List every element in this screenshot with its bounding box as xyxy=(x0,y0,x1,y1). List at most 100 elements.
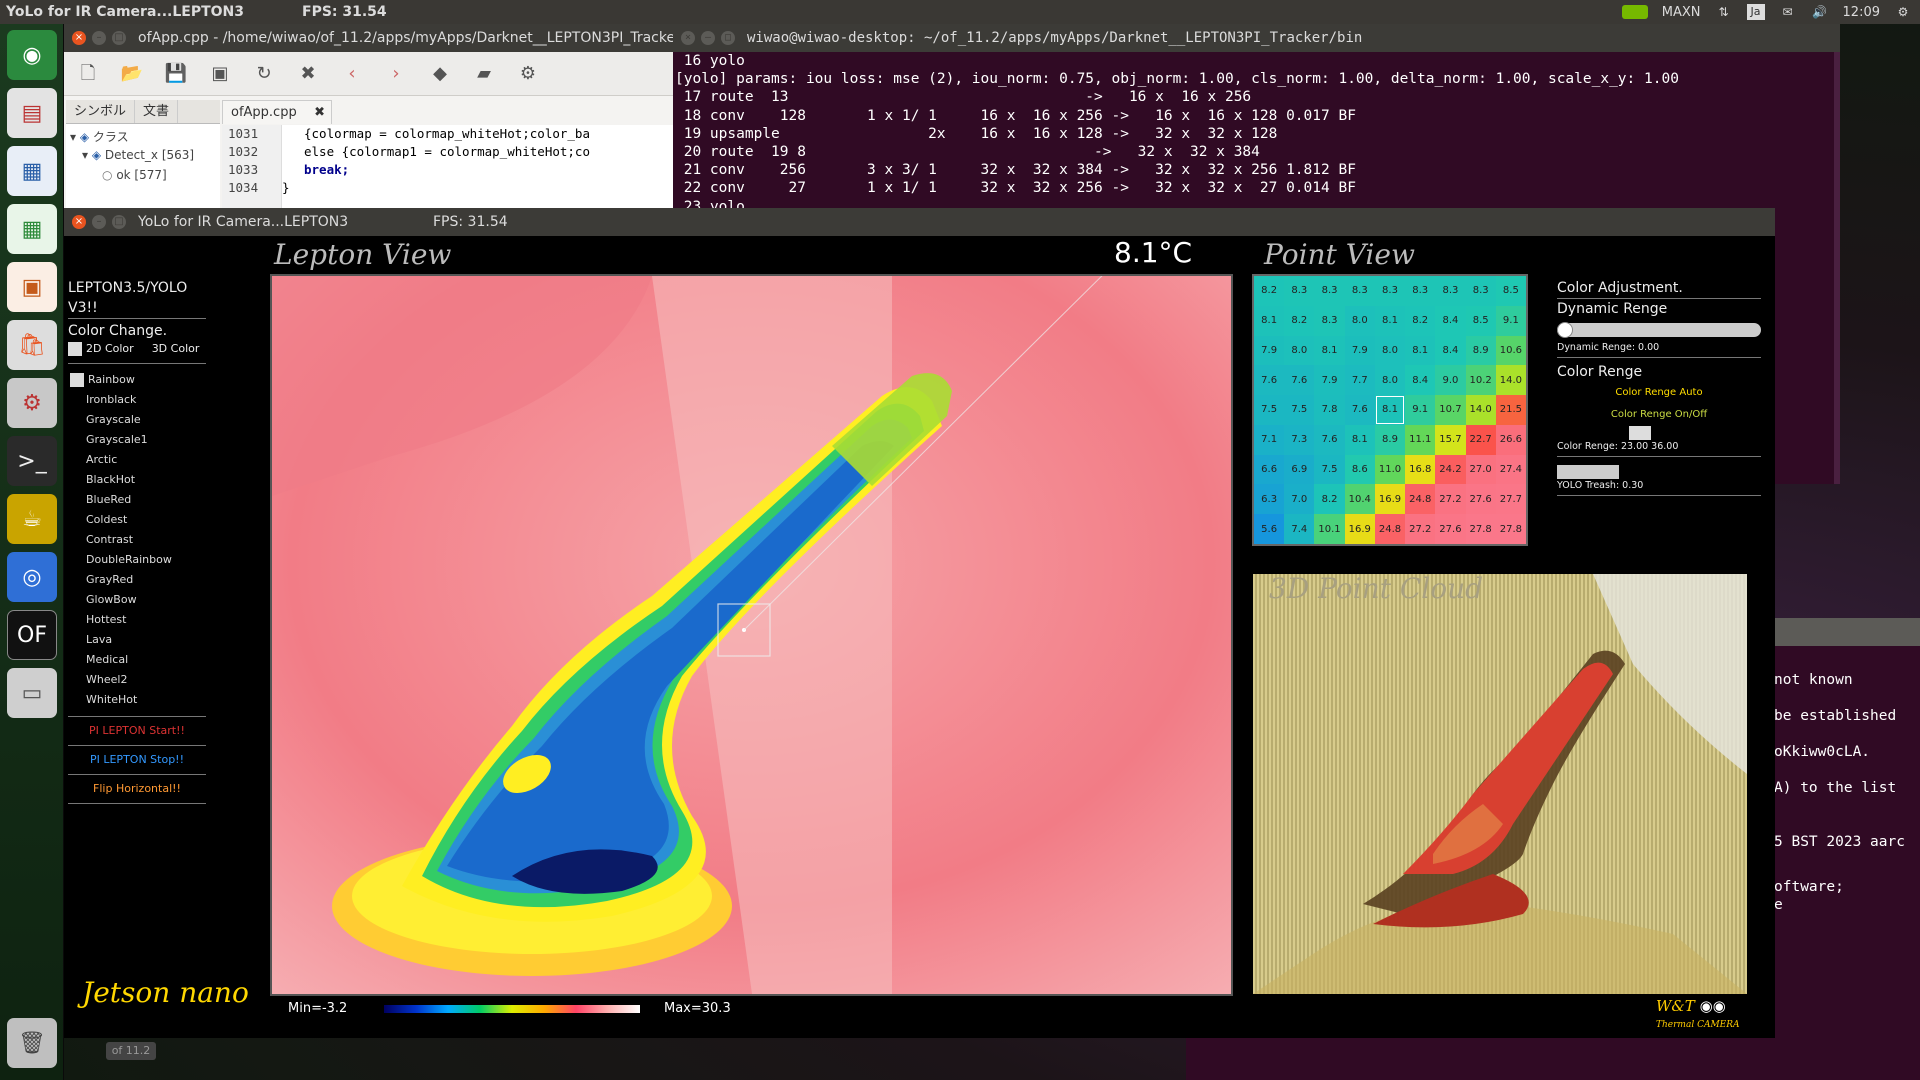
temperature-reading: 8.1°C xyxy=(1114,236,1193,269)
open-file-icon[interactable]: 📂 xyxy=(120,62,144,86)
volume-icon[interactable]: 🔊 xyxy=(1811,4,1829,20)
lepton-view-header: Lepton View xyxy=(274,238,452,271)
lepton-start-button[interactable]: PI LEPTON Start!! xyxy=(68,716,206,745)
close-icon[interactable]: × xyxy=(681,31,695,45)
forward-icon[interactable]: › xyxy=(384,62,408,86)
geany-icon[interactable]: ☕ xyxy=(7,494,57,544)
file-manager-icon[interactable]: ▤ xyxy=(7,88,57,138)
calc-icon[interactable]: ▦ xyxy=(7,204,57,254)
terminal-line: oftware; xyxy=(1774,879,1844,895)
back-icon[interactable]: ‹ xyxy=(340,62,364,86)
execute-icon[interactable]: ⚙ xyxy=(516,62,540,86)
terminal-line: 17 route 13 -> 16 x 16 x 256 xyxy=(675,89,1252,106)
color-renge-auto-button[interactable]: Color Renge Auto xyxy=(1557,382,1761,404)
terminal-title-bar[interactable]: × – □ wiwao@wiwao-desktop: ~/of_11.2/apps/… xyxy=(673,24,1840,52)
impress-icon[interactable]: ▣ xyxy=(7,262,57,312)
close-file-icon[interactable]: ✖ xyxy=(296,62,320,86)
tree-item[interactable]: ○ ok [577] xyxy=(102,168,167,182)
colormap-item[interactable]: BlackHot xyxy=(68,470,206,490)
colormap-item[interactable]: Grayscale1 xyxy=(68,430,206,450)
tab-symbols[interactable]: シンボル xyxy=(66,100,136,123)
settings-icon[interactable]: ⚙ xyxy=(7,378,57,428)
tree-item[interactable]: ▾ ◈ クラス xyxy=(70,128,129,145)
save-all-icon[interactable]: ▣ xyxy=(208,62,232,86)
checkbox-icon[interactable] xyxy=(70,373,84,387)
dynamic-renge-slider[interactable] xyxy=(1557,322,1761,338)
maximize-icon[interactable]: □ xyxy=(112,31,126,45)
clock[interactable]: 12:09 xyxy=(1843,5,1880,20)
gear-icon[interactable]: ⚙ xyxy=(1894,4,1912,20)
close-tab-icon[interactable]: ✖ xyxy=(314,101,325,125)
nvidia-icon[interactable] xyxy=(1621,5,1648,19)
colormap-item[interactable]: Wheel2 xyxy=(68,670,206,690)
checkbox-icon[interactable] xyxy=(68,342,82,356)
mail-icon[interactable]: ✉ xyxy=(1779,4,1797,20)
openframeworks-icon[interactable]: OF xyxy=(7,610,57,660)
chromium-icon[interactable]: ◎ xyxy=(7,552,57,602)
flip-horizontal-button[interactable]: Flip Horizontal!! xyxy=(68,774,206,804)
trash-icon[interactable]: 🗑 xyxy=(7,1018,57,1068)
revert-icon[interactable]: ↻ xyxy=(252,62,276,86)
slider-knob[interactable] xyxy=(1557,322,1573,338)
maximize-icon[interactable]: □ xyxy=(112,215,126,229)
minimize-icon[interactable]: – xyxy=(701,31,715,45)
color-renge-toggle[interactable] xyxy=(1629,426,1651,440)
option-2d-color[interactable]: 2D Color xyxy=(68,341,134,357)
terminal-scrollbar[interactable] xyxy=(1834,52,1840,484)
colormap-item[interactable]: Arctic xyxy=(68,450,206,470)
minimize-icon[interactable]: – xyxy=(92,215,106,229)
point-grid-cell: 8.3 xyxy=(1405,276,1436,306)
colormap-item[interactable]: WhiteHot xyxy=(68,690,206,710)
terminal-line: oKkiww0cLA. xyxy=(1774,744,1871,760)
terminal-line: 18 conv 128 1 x 1/ 1 16 x 16 x 256 -> 16… xyxy=(675,107,1356,124)
editor-title-bar[interactable]: × – □ ofApp.cpp - /home/wiwao/of_11.2/apps… xyxy=(64,24,674,52)
point-grid-cell: 7.5 xyxy=(1254,395,1285,425)
lepton-stop-button[interactable]: PI LEPTON Stop!! xyxy=(68,745,206,774)
maximize-icon[interactable]: □ xyxy=(721,31,735,45)
colormap-item[interactable]: BlueRed xyxy=(68,490,206,510)
power-mode-label[interactable]: MAXN xyxy=(1662,5,1701,20)
close-icon[interactable]: × xyxy=(72,215,86,229)
build-icon[interactable]: ▰ xyxy=(472,62,496,86)
dash-icon[interactable]: ◉ xyxy=(7,30,57,80)
colormap-item[interactable]: Medical xyxy=(68,650,206,670)
colormap-item[interactable]: Hottest xyxy=(68,610,206,630)
software-center-icon[interactable]: 🛍 xyxy=(7,320,57,370)
colormap-item[interactable]: DoubleRainbow xyxy=(68,550,206,570)
option-3d-color[interactable]: 3D Color xyxy=(152,341,200,357)
thermal-image[interactable] xyxy=(270,274,1233,996)
network-icon[interactable]: ⇅ xyxy=(1715,4,1733,20)
point-cloud-view[interactable] xyxy=(1253,574,1747,994)
save-icon[interactable]: 💾 xyxy=(164,62,188,86)
terminal-line: be established xyxy=(1774,708,1897,724)
app-title-bar[interactable]: × – □ YoLo for IR Camera...LEPTON3 xyxy=(64,208,1775,236)
compile-icon[interactable]: ◆ xyxy=(428,62,452,86)
point-grid-cell: 10.7 xyxy=(1435,395,1466,425)
point-grid-cell: 8.4 xyxy=(1405,365,1436,396)
tree-item[interactable]: ▾ ◈ Detect_x [563] xyxy=(82,148,194,162)
min-temperature-label: Min=-3.2 xyxy=(288,1001,348,1016)
minimize-icon[interactable]: – xyxy=(92,31,106,45)
colormap-item[interactable]: Contrast xyxy=(68,530,206,550)
color-renge-onoff-button[interactable]: Color Renge On/Off xyxy=(1557,404,1761,426)
colormap-item[interactable]: Lava xyxy=(68,630,206,650)
colormap-item[interactable]: Ironblack xyxy=(68,390,206,410)
code-line: else {colormap1 = colormap_whiteHot;co xyxy=(304,144,590,159)
writer-icon[interactable]: ▦ xyxy=(7,146,57,196)
drive-icon[interactable]: ▭ xyxy=(7,668,57,718)
file-tab[interactable]: ofApp.cpp ✖ xyxy=(222,100,332,124)
close-icon[interactable]: × xyxy=(72,31,86,45)
yolo-thresh-slider[interactable] xyxy=(1557,465,1619,479)
point-grid-cell: 8.3 xyxy=(1314,305,1345,336)
colormap-rainbow[interactable]: Rainbow xyxy=(68,370,206,390)
new-file-icon[interactable]: 🗋 xyxy=(76,62,100,86)
colormap-item[interactable]: Grayscale xyxy=(68,410,206,430)
colormap-item[interactable]: GrayRed xyxy=(68,570,206,590)
point-grid-cell: 8.9 xyxy=(1465,335,1496,366)
colormap-item[interactable]: GlowBow xyxy=(68,590,206,610)
code-editor[interactable]: 1031 1032 1033 1034 {colormap = colormap… xyxy=(222,125,674,209)
keyboard-layout-indicator[interactable]: Ja xyxy=(1746,4,1765,20)
tab-documents[interactable]: 文書 xyxy=(135,100,179,123)
terminal-icon[interactable]: >_ xyxy=(7,436,57,486)
colormap-item[interactable]: Coldest xyxy=(68,510,206,530)
